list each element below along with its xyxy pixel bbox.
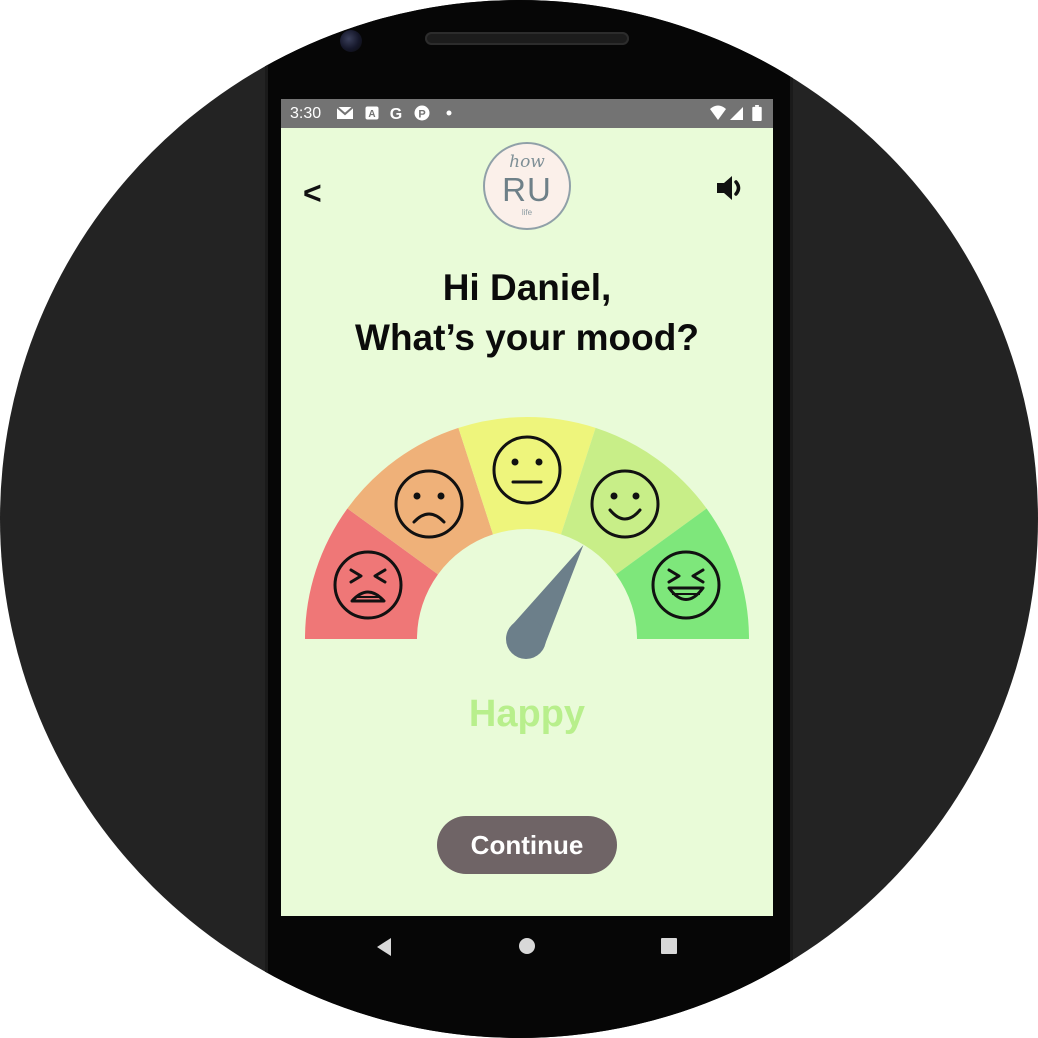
back-triangle-icon[interactable] — [374, 937, 394, 957]
recents-square-icon[interactable] — [660, 937, 678, 955]
back-button[interactable]: < — [303, 175, 322, 212]
signal-icon — [730, 107, 743, 120]
status-time: 3:30 — [290, 105, 322, 122]
logo-ru-text: RU — [502, 171, 552, 208]
app-screen: 3:30 A G P < how RU life Hi Daniel, What… — [281, 99, 773, 916]
logo-life-text: life — [521, 208, 533, 217]
device-frame: 3:30 A G P < how RU life Hi Daniel, What… — [0, 0, 1038, 1038]
gauge-needle[interactable] — [506, 545, 584, 659]
dot-icon — [446, 110, 452, 116]
svg-text:P: P — [418, 109, 425, 121]
greeting-line-1: Hi Daniel, — [442, 267, 612, 308]
greeting-heading: Hi Daniel, What’s your mood? — [281, 263, 773, 363]
battery-icon — [752, 105, 762, 121]
status-bar: 3:30 A G P — [281, 99, 773, 128]
app-logo: how RU life — [483, 142, 571, 230]
android-nav-bar — [281, 916, 773, 976]
home-circle-icon[interactable] — [518, 937, 536, 955]
svg-text:A: A — [368, 109, 375, 120]
google-icon: G — [390, 106, 402, 121]
wifi-icon — [710, 105, 726, 120]
mood-gauge[interactable] — [281, 399, 773, 669]
app-a-icon: A — [365, 106, 379, 120]
selected-mood-label: Happy — [468, 693, 586, 735]
app-p-icon: P — [414, 105, 430, 121]
svg-text:G: G — [390, 106, 402, 121]
logo-how-text: how — [509, 152, 545, 172]
continue-button[interactable]: Continue — [437, 816, 617, 874]
volume-icon[interactable] — [714, 173, 748, 203]
front-camera-icon — [340, 30, 362, 52]
gmail-icon — [336, 106, 354, 119]
earpiece-speaker — [425, 32, 629, 45]
greeting-line-2: What’s your mood? — [355, 317, 699, 358]
